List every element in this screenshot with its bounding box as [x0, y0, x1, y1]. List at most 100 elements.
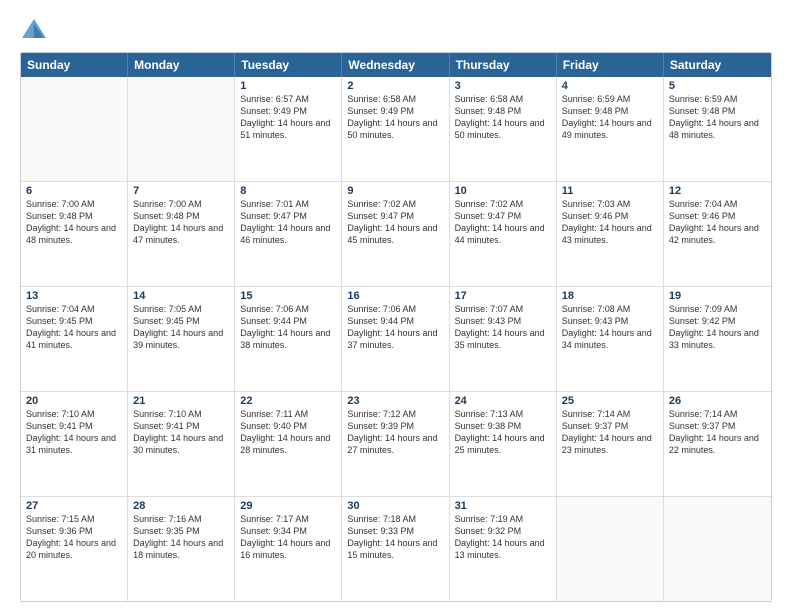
header-friday: Friday [557, 53, 664, 77]
header-saturday: Saturday [664, 53, 771, 77]
cell-info: Sunrise: 7:00 AMSunset: 9:48 PMDaylight:… [133, 198, 229, 247]
calendar-row-2: 6Sunrise: 7:00 AMSunset: 9:48 PMDaylight… [21, 182, 771, 287]
calendar-cell: 20Sunrise: 7:10 AMSunset: 9:41 PMDayligh… [21, 392, 128, 496]
day-number: 19 [669, 290, 766, 302]
calendar-cell: 11Sunrise: 7:03 AMSunset: 9:46 PMDayligh… [557, 182, 664, 286]
cell-info: Sunrise: 7:06 AMSunset: 9:44 PMDaylight:… [240, 303, 336, 352]
cell-info: Sunrise: 7:00 AMSunset: 9:48 PMDaylight:… [26, 198, 122, 247]
cell-info: Sunrise: 7:04 AMSunset: 9:45 PMDaylight:… [26, 303, 122, 352]
header-wednesday: Wednesday [342, 53, 449, 77]
cell-info: Sunrise: 7:14 AMSunset: 9:37 PMDaylight:… [562, 408, 658, 457]
day-number: 1 [240, 80, 336, 92]
calendar-cell: 1Sunrise: 6:57 AMSunset: 9:49 PMDaylight… [235, 77, 342, 181]
day-number: 24 [455, 395, 551, 407]
logo-icon [20, 16, 48, 44]
header [20, 16, 772, 44]
day-number: 30 [347, 500, 443, 512]
calendar-cell: 3Sunrise: 6:58 AMSunset: 9:48 PMDaylight… [450, 77, 557, 181]
day-number: 7 [133, 185, 229, 197]
calendar-cell: 14Sunrise: 7:05 AMSunset: 9:45 PMDayligh… [128, 287, 235, 391]
cell-info: Sunrise: 7:10 AMSunset: 9:41 PMDaylight:… [26, 408, 122, 457]
calendar-header: SundayMondayTuesdayWednesdayThursdayFrid… [21, 53, 771, 77]
calendar-cell: 22Sunrise: 7:11 AMSunset: 9:40 PMDayligh… [235, 392, 342, 496]
calendar-cell: 12Sunrise: 7:04 AMSunset: 9:46 PMDayligh… [664, 182, 771, 286]
day-number: 27 [26, 500, 122, 512]
calendar-cell [21, 77, 128, 181]
day-number: 17 [455, 290, 551, 302]
cell-info: Sunrise: 6:57 AMSunset: 9:49 PMDaylight:… [240, 93, 336, 142]
day-number: 3 [455, 80, 551, 92]
cell-info: Sunrise: 7:13 AMSunset: 9:38 PMDaylight:… [455, 408, 551, 457]
calendar-cell: 26Sunrise: 7:14 AMSunset: 9:37 PMDayligh… [664, 392, 771, 496]
day-number: 5 [669, 80, 766, 92]
calendar-cell [664, 497, 771, 601]
logo [20, 16, 52, 44]
day-number: 26 [669, 395, 766, 407]
cell-info: Sunrise: 7:07 AMSunset: 9:43 PMDaylight:… [455, 303, 551, 352]
calendar-cell: 5Sunrise: 6:59 AMSunset: 9:48 PMDaylight… [664, 77, 771, 181]
cell-info: Sunrise: 7:03 AMSunset: 9:46 PMDaylight:… [562, 198, 658, 247]
day-number: 8 [240, 185, 336, 197]
day-number: 18 [562, 290, 658, 302]
calendar-cell [128, 77, 235, 181]
cell-info: Sunrise: 7:15 AMSunset: 9:36 PMDaylight:… [26, 513, 122, 562]
calendar-cell: 18Sunrise: 7:08 AMSunset: 9:43 PMDayligh… [557, 287, 664, 391]
calendar-cell: 8Sunrise: 7:01 AMSunset: 9:47 PMDaylight… [235, 182, 342, 286]
calendar-cell [557, 497, 664, 601]
page: SundayMondayTuesdayWednesdayThursdayFrid… [0, 0, 792, 612]
cell-info: Sunrise: 7:04 AMSunset: 9:46 PMDaylight:… [669, 198, 766, 247]
calendar-cell: 23Sunrise: 7:12 AMSunset: 9:39 PMDayligh… [342, 392, 449, 496]
cell-info: Sunrise: 7:02 AMSunset: 9:47 PMDaylight:… [455, 198, 551, 247]
calendar-cell: 16Sunrise: 7:06 AMSunset: 9:44 PMDayligh… [342, 287, 449, 391]
calendar-cell: 30Sunrise: 7:18 AMSunset: 9:33 PMDayligh… [342, 497, 449, 601]
calendar-row-5: 27Sunrise: 7:15 AMSunset: 9:36 PMDayligh… [21, 497, 771, 601]
calendar-row-3: 13Sunrise: 7:04 AMSunset: 9:45 PMDayligh… [21, 287, 771, 392]
calendar-cell: 10Sunrise: 7:02 AMSunset: 9:47 PMDayligh… [450, 182, 557, 286]
calendar-cell: 6Sunrise: 7:00 AMSunset: 9:48 PMDaylight… [21, 182, 128, 286]
calendar-cell: 21Sunrise: 7:10 AMSunset: 9:41 PMDayligh… [128, 392, 235, 496]
calendar-cell: 29Sunrise: 7:17 AMSunset: 9:34 PMDayligh… [235, 497, 342, 601]
cell-info: Sunrise: 7:01 AMSunset: 9:47 PMDaylight:… [240, 198, 336, 247]
cell-info: Sunrise: 7:12 AMSunset: 9:39 PMDaylight:… [347, 408, 443, 457]
calendar-cell: 2Sunrise: 6:58 AMSunset: 9:49 PMDaylight… [342, 77, 449, 181]
day-number: 25 [562, 395, 658, 407]
cell-info: Sunrise: 7:16 AMSunset: 9:35 PMDaylight:… [133, 513, 229, 562]
calendar-row-4: 20Sunrise: 7:10 AMSunset: 9:41 PMDayligh… [21, 392, 771, 497]
day-number: 22 [240, 395, 336, 407]
cell-info: Sunrise: 7:17 AMSunset: 9:34 PMDaylight:… [240, 513, 336, 562]
cell-info: Sunrise: 7:19 AMSunset: 9:32 PMDaylight:… [455, 513, 551, 562]
day-number: 4 [562, 80, 658, 92]
calendar-cell: 19Sunrise: 7:09 AMSunset: 9:42 PMDayligh… [664, 287, 771, 391]
cell-info: Sunrise: 7:02 AMSunset: 9:47 PMDaylight:… [347, 198, 443, 247]
cell-info: Sunrise: 6:59 AMSunset: 9:48 PMDaylight:… [562, 93, 658, 142]
calendar-cell: 25Sunrise: 7:14 AMSunset: 9:37 PMDayligh… [557, 392, 664, 496]
calendar-cell: 28Sunrise: 7:16 AMSunset: 9:35 PMDayligh… [128, 497, 235, 601]
calendar-cell: 24Sunrise: 7:13 AMSunset: 9:38 PMDayligh… [450, 392, 557, 496]
cell-info: Sunrise: 7:06 AMSunset: 9:44 PMDaylight:… [347, 303, 443, 352]
calendar-row-1: 1Sunrise: 6:57 AMSunset: 9:49 PMDaylight… [21, 77, 771, 182]
day-number: 10 [455, 185, 551, 197]
cell-info: Sunrise: 6:58 AMSunset: 9:49 PMDaylight:… [347, 93, 443, 142]
calendar-cell: 17Sunrise: 7:07 AMSunset: 9:43 PMDayligh… [450, 287, 557, 391]
cell-info: Sunrise: 7:11 AMSunset: 9:40 PMDaylight:… [240, 408, 336, 457]
cell-info: Sunrise: 7:08 AMSunset: 9:43 PMDaylight:… [562, 303, 658, 352]
header-thursday: Thursday [450, 53, 557, 77]
day-number: 14 [133, 290, 229, 302]
day-number: 6 [26, 185, 122, 197]
calendar-cell: 7Sunrise: 7:00 AMSunset: 9:48 PMDaylight… [128, 182, 235, 286]
day-number: 12 [669, 185, 766, 197]
day-number: 9 [347, 185, 443, 197]
day-number: 20 [26, 395, 122, 407]
day-number: 16 [347, 290, 443, 302]
day-number: 21 [133, 395, 229, 407]
cell-info: Sunrise: 7:14 AMSunset: 9:37 PMDaylight:… [669, 408, 766, 457]
cell-info: Sunrise: 7:05 AMSunset: 9:45 PMDaylight:… [133, 303, 229, 352]
header-tuesday: Tuesday [235, 53, 342, 77]
calendar-cell: 13Sunrise: 7:04 AMSunset: 9:45 PMDayligh… [21, 287, 128, 391]
day-number: 2 [347, 80, 443, 92]
day-number: 23 [347, 395, 443, 407]
day-number: 13 [26, 290, 122, 302]
day-number: 11 [562, 185, 658, 197]
day-number: 28 [133, 500, 229, 512]
calendar-body: 1Sunrise: 6:57 AMSunset: 9:49 PMDaylight… [21, 77, 771, 601]
